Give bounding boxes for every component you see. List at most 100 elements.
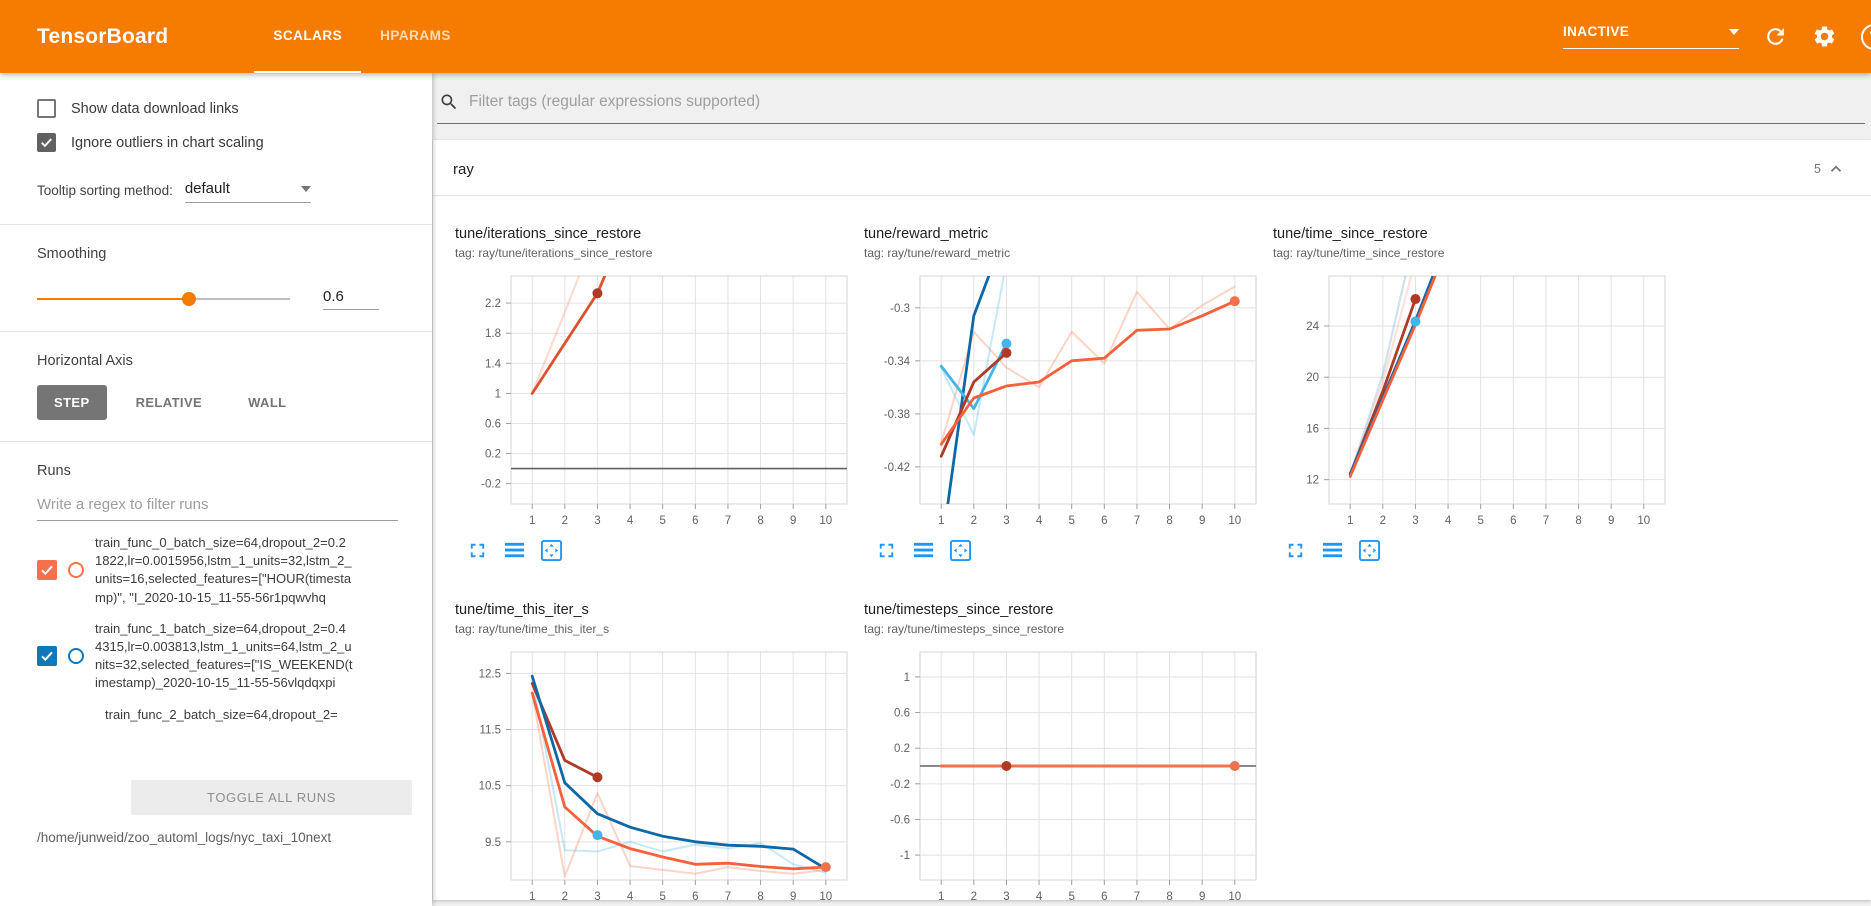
app-logo: TensorBoard (37, 25, 168, 49)
ray-section-header[interactable]: ray 5 (433, 140, 1871, 195)
svg-text:5: 5 (659, 891, 665, 903)
svg-text:2: 2 (562, 515, 568, 527)
show-download-links-checkbox[interactable] (37, 99, 56, 118)
smoothing-value[interactable]: 0.6 (323, 288, 379, 310)
axis-wall-button[interactable]: WALL (231, 385, 303, 420)
runs-selector-icon[interactable] (503, 539, 526, 562)
tooltip-sort-value: default (185, 180, 230, 197)
tag-filter-input[interactable] (467, 92, 1667, 112)
svg-text:6: 6 (1510, 515, 1516, 527)
svg-text:-0.2: -0.2 (890, 779, 910, 791)
expand-chart-icon[interactable] (1284, 539, 1307, 562)
gear-icon[interactable] (1812, 24, 1837, 49)
refresh-icon[interactable] (1763, 24, 1788, 49)
charts-grid: tune/iterations_since_restore tag: ray/t… (433, 196, 1871, 906)
svg-text:5: 5 (659, 515, 665, 527)
svg-text:1: 1 (1347, 515, 1353, 527)
svg-text:9: 9 (1608, 515, 1614, 527)
svg-text:0.2: 0.2 (894, 743, 910, 755)
svg-text:4: 4 (627, 891, 634, 903)
tooltip-sort-dropdown[interactable]: default (185, 180, 311, 203)
chart-tag: tag: ray/tune/reward_metric (864, 246, 1273, 260)
run-name: train_func_0_batch_size=64,dropout_2=0.2… (95, 534, 353, 607)
svg-text:-1: -1 (900, 850, 910, 862)
svg-text:-0.3: -0.3 (890, 303, 910, 315)
help-icon[interactable]: ? (1861, 24, 1871, 50)
ignore-outliers-checkbox[interactable] (37, 133, 56, 152)
fit-domain-icon[interactable] (540, 539, 563, 562)
axis-relative-button[interactable]: RELATIVE (119, 385, 220, 420)
tab-scalars[interactable]: SCALARS (254, 0, 361, 73)
toggle-all-runs-button[interactable]: TOGGLE ALL RUNS (131, 780, 412, 815)
run-item: train_func_0_batch_size=64,dropout_2=0.2… (37, 534, 398, 607)
horizontal-axis-options: STEP RELATIVE WALL (37, 385, 398, 420)
settings-sidebar: Show data download links Ignore outliers… (0, 73, 432, 906)
run-checkbox[interactable] (37, 646, 57, 666)
chart-canvas[interactable]: -0.3-0.34-0.38-0.4212345678910 (864, 270, 1268, 538)
chart-canvas[interactable]: -0.20.20.611.41.82.212345678910 (455, 270, 859, 538)
svg-text:1.8: 1.8 (485, 328, 501, 340)
runs-regex-input[interactable]: Write a regex to filter runs (37, 496, 398, 521)
svg-text:8: 8 (1166, 891, 1172, 903)
svg-text:1: 1 (495, 388, 501, 400)
slider-thumb[interactable] (182, 292, 196, 306)
chevron-down-icon (1729, 29, 1739, 35)
divider (0, 331, 432, 332)
svg-text:1.4: 1.4 (485, 358, 502, 370)
tab-hparams[interactable]: HPARAMS (361, 0, 470, 73)
chart-iterations-since-restore: tune/iterations_since_restore tag: ray/t… (455, 226, 864, 562)
chart-title: tune/reward_metric (864, 226, 1273, 242)
svg-text:8: 8 (1575, 515, 1581, 527)
chart-canvas[interactable]: 9.510.511.512.512345678910 (455, 646, 859, 906)
chevron-down-icon (301, 186, 311, 192)
header-tabs: SCALARS HPARAMS (254, 0, 470, 73)
ray-section-card: ray 5 tune/iterations_since_restore tag:… (433, 140, 1871, 900)
svg-text:10: 10 (819, 891, 832, 903)
tooltip-sort-row: Tooltip sorting method: default (37, 180, 398, 203)
runs-list: train_func_0_batch_size=64,dropout_2=0.2… (37, 534, 398, 784)
svg-text:8: 8 (757, 891, 763, 903)
section-collapse-control[interactable]: 5 (1814, 160, 1845, 178)
chart-canvas[interactable]: 1216202412345678910 (1273, 270, 1677, 538)
svg-text:10: 10 (819, 515, 832, 527)
run-checkbox[interactable] (37, 560, 57, 580)
svg-text:6: 6 (1101, 891, 1107, 903)
svg-text:10: 10 (1228, 891, 1241, 903)
fit-domain-icon[interactable] (949, 539, 972, 562)
svg-text:-0.42: -0.42 (884, 462, 910, 474)
run-color-radio[interactable] (68, 648, 84, 664)
chart-toolbar (1273, 539, 1682, 562)
svg-text:4: 4 (627, 515, 634, 527)
svg-text:7: 7 (1134, 891, 1140, 903)
status-dropdown[interactable]: INACTIVE (1563, 24, 1739, 49)
svg-text:10.5: 10.5 (479, 781, 501, 793)
run-color-radio[interactable] (68, 562, 84, 578)
run-item: train_func_2_batch_size=64,dropout_2= (105, 706, 398, 724)
axis-step-button[interactable]: STEP (37, 385, 107, 420)
chart-tag: tag: ray/tune/iterations_since_restore (455, 246, 864, 260)
chart-toolbar (864, 539, 1273, 562)
svg-text:7: 7 (1134, 515, 1140, 527)
svg-text:-0.6: -0.6 (890, 814, 910, 826)
expand-chart-icon[interactable] (466, 539, 489, 562)
svg-text:2: 2 (1380, 515, 1386, 527)
main-content: ray 5 tune/iterations_since_restore tag:… (432, 73, 1871, 906)
svg-text:8: 8 (757, 515, 763, 527)
divider (0, 224, 432, 225)
fit-domain-icon[interactable] (1358, 539, 1381, 562)
svg-text:20: 20 (1306, 372, 1319, 384)
status-label: INACTIVE (1563, 24, 1629, 39)
svg-text:1: 1 (938, 891, 944, 903)
chart-title: tune/time_since_restore (1273, 226, 1682, 242)
smoothing-control: 0.6 (37, 288, 398, 310)
app-header: TensorBoard SCALARS HPARAMS INACTIVE ? (0, 0, 1871, 73)
search-icon (439, 92, 459, 112)
svg-text:1: 1 (529, 515, 535, 527)
expand-chart-icon[interactable] (875, 539, 898, 562)
runs-selector-icon[interactable] (912, 539, 935, 562)
smoothing-slider[interactable] (37, 292, 290, 306)
chart-count: 5 (1814, 162, 1821, 176)
chart-timesteps-since-restore: tune/timesteps_since_restore tag: ray/tu… (864, 602, 1273, 906)
chart-canvas[interactable]: 10.60.2-0.2-0.6-112345678910 (864, 646, 1268, 906)
runs-selector-icon[interactable] (1321, 539, 1344, 562)
